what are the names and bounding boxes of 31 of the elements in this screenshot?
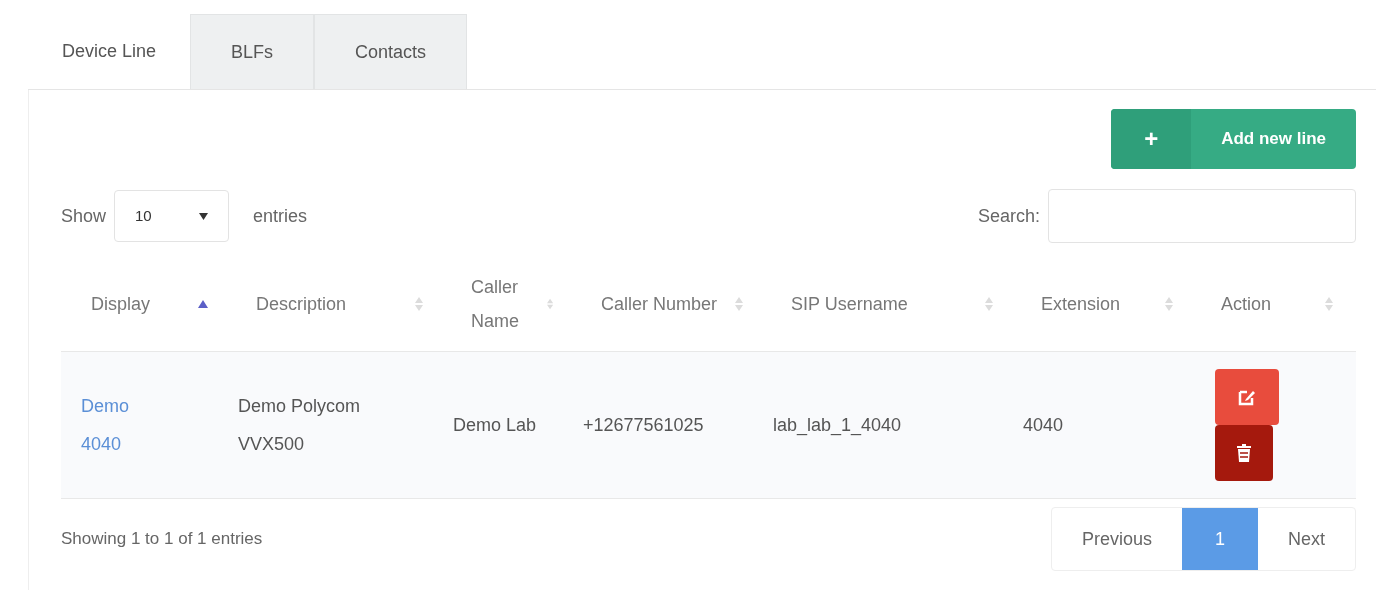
tab[interactable]: Contacts — [314, 14, 468, 89]
search-label: Search: — [977, 204, 1040, 228]
edit-button[interactable] — [1215, 369, 1279, 425]
column-header[interactable]: Action — [1191, 287, 1351, 321]
tab[interactable]: BLFs — [190, 14, 315, 89]
table-cell-text: Demo Polycom VVX500 — [238, 395, 362, 456]
table-cell: 4040 — [1023, 414, 1064, 435]
display-link[interactable]: Demo 4040 — [81, 387, 161, 463]
table-cell: lab_lab_1_4040 — [773, 414, 902, 435]
trash-icon — [1237, 444, 1251, 462]
column-header[interactable]: SIP Username — [761, 287, 1011, 321]
delete-button[interactable] — [1215, 425, 1273, 481]
plus-icon: + — [1111, 109, 1192, 169]
entries-dropdown[interactable]: 10 — [114, 190, 230, 242]
column-header[interactable]: Description — [226, 287, 441, 321]
column-header[interactable]: Caller Number — [571, 287, 761, 321]
table-info: Showing 1 to 1 of 1 entries — [61, 528, 263, 551]
search-field[interactable] — [1048, 189, 1356, 243]
show-label: Show — [61, 204, 107, 228]
column-header[interactable]: Extension — [1011, 287, 1191, 321]
table-cell: +12677561025 — [583, 414, 704, 435]
column-header[interactable]: Display — [61, 287, 226, 321]
edit-icon — [1238, 388, 1256, 406]
caret-icon — [199, 212, 209, 220]
page-button[interactable]: 1 — [1182, 508, 1258, 570]
column-header[interactable]: Caller Name — [441, 270, 571, 338]
add-new-line-button[interactable]: + Add new line — [1111, 109, 1356, 169]
previous-button[interactable]: Previous — [1051, 508, 1182, 570]
next-button[interactable]: Next — [1258, 508, 1355, 570]
entries-label: entries — [253, 204, 308, 228]
table-cell: Demo Lab — [453, 414, 537, 435]
